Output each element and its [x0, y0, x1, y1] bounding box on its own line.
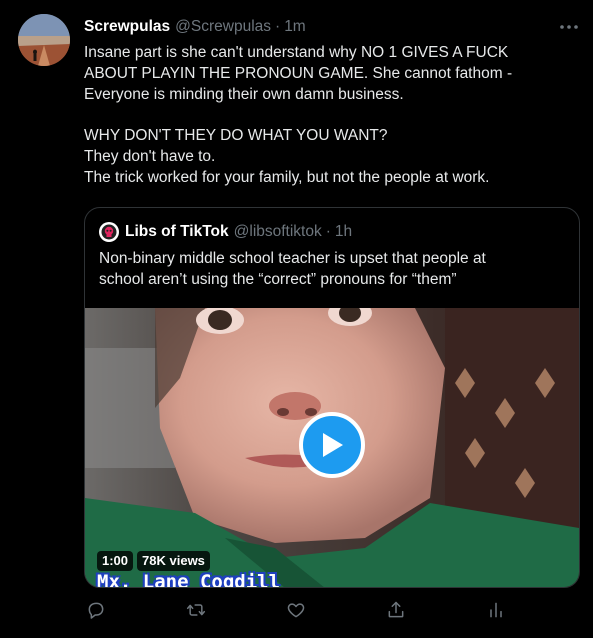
tweet-timestamp[interactable]: 1m: [284, 18, 306, 36]
like-button[interactable]: [284, 598, 308, 622]
quoted-author-name: Libs of TikTok: [125, 223, 229, 240]
tweet-text-line: WHY DON'T THEY DO WHAT YOU WANT?: [84, 127, 388, 144]
quoted-author-avatar: [99, 222, 119, 242]
tweet-text-line: Everyone is minding their own damn busin…: [84, 86, 404, 103]
quoted-tweet-timestamp: 1h: [334, 223, 353, 240]
play-button[interactable]: [299, 412, 365, 478]
tweet: Screwpulas @Screwpulas · 1m Insane part …: [0, 0, 593, 638]
share-button[interactable]: [384, 598, 408, 622]
separator-dot: ·: [325, 223, 331, 240]
reply-button[interactable]: [84, 598, 108, 622]
tweet-text-line: They don't have to.: [84, 148, 216, 165]
quoted-text-line: school aren’t using the “correct” pronou…: [99, 271, 457, 288]
analytics-button[interactable]: [484, 598, 508, 622]
analytics-icon: [490, 602, 502, 618]
like-icon: [287, 603, 305, 618]
tweet-actions: [84, 598, 580, 622]
author-handle[interactable]: @Screwpulas: [175, 18, 271, 36]
quoted-text-line: Non-binary middle school teacher is upse…: [99, 250, 486, 267]
quoted-tweet[interactable]: Libs of TikTok @libsoftiktok · 1h Non-bi…: [84, 207, 580, 588]
author-avatar[interactable]: [18, 14, 70, 66]
quoted-tweet-header: Libs of TikTok @libsoftiktok · 1h: [99, 222, 352, 242]
video-badges: 1:00 78K views: [97, 551, 210, 571]
tweet-text: Insane part is she can't understand why …: [84, 42, 574, 188]
tweet-text-line: Insane part is she can't understand why …: [84, 44, 509, 61]
video-views: 78K views: [137, 551, 210, 571]
more-icon[interactable]: [558, 18, 580, 36]
retweet-icon: [186, 604, 206, 616]
retweet-button[interactable]: [184, 598, 208, 622]
share-icon: [388, 601, 404, 618]
video-caption: Mx. Lane Cogdill: [97, 571, 281, 588]
video-duration: 1:00: [97, 551, 134, 571]
tweet-header: Screwpulas @Screwpulas · 1m: [84, 17, 306, 37]
quoted-author-handle: @libsoftiktok: [233, 223, 322, 240]
tweet-text-line: The trick worked for your family, but no…: [84, 169, 490, 186]
quoted-tweet-text: Non-binary middle school teacher is upse…: [99, 248, 569, 290]
play-icon: [323, 433, 343, 457]
reply-icon: [88, 602, 104, 619]
video-player[interactable]: 1:00 78K views Mx. Lane Cogdill: [85, 308, 579, 588]
author-name[interactable]: Screwpulas: [84, 18, 170, 36]
tweet-text-line: ABOUT PLAYIN THE PRONOUN GAME. She canno…: [84, 65, 513, 82]
separator-dot: ·: [275, 18, 281, 35]
